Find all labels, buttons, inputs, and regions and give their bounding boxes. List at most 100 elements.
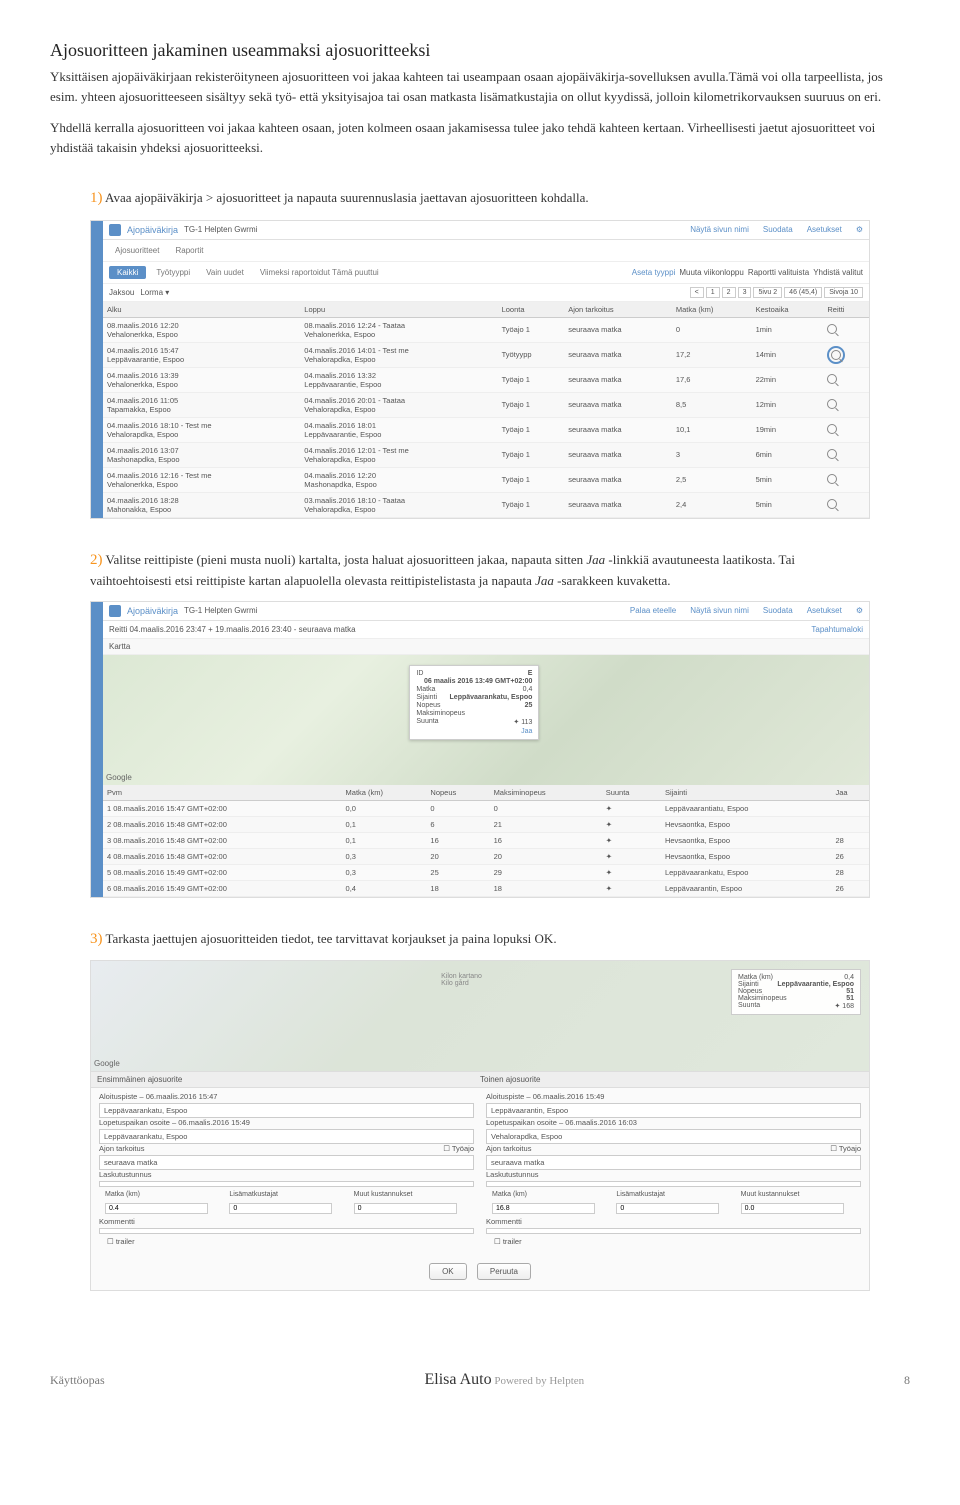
magnifier-icon[interactable] <box>827 474 837 484</box>
header-link-back[interactable]: Palaa eteelle <box>630 606 676 615</box>
l-tark-input[interactable]: seuraava matka <box>99 1155 474 1170</box>
header-link-show-2[interactable]: Näytä sivun nimi <box>690 606 749 615</box>
r-lopetus-input[interactable]: Vehalorapdka, Espoo <box>486 1129 861 1144</box>
th-kesto[interactable]: Kestoaika <box>752 302 824 318</box>
r-tyoajo[interactable]: ☐ Työajo <box>830 1144 861 1153</box>
event-log-link[interactable]: Tapahtumaloki <box>811 625 863 634</box>
link-raportti[interactable]: Raportti valituista <box>748 268 809 277</box>
magnifier-icon[interactable] <box>831 350 841 360</box>
magnifier-cell[interactable] <box>823 367 869 392</box>
table-row[interactable]: 08.maalis.2016 12:20Vehalonerkka, Espoo0… <box>103 317 869 342</box>
ok-button[interactable]: OK <box>429 1263 467 1280</box>
table-row[interactable]: 04.maalis.2016 15:47Leppävaarantie, Espo… <box>103 342 869 367</box>
pager-size[interactable]: Sivoja 10 <box>824 287 863 298</box>
r-aloitus-input[interactable]: Leppävaarantin, Espoo <box>486 1103 861 1118</box>
r-tark-input[interactable]: seuraava matka <box>486 1155 861 1170</box>
cell: ✦ <box>602 864 661 880</box>
magnifier-icon[interactable] <box>827 399 837 409</box>
table-row[interactable]: 4 08.maalis.2016 15:48 GMT+02:000,32020✦… <box>103 848 869 864</box>
r-trailer[interactable]: ☐ trailer <box>486 1234 861 1249</box>
split-section-head: Ensimmäinen ajosuorite Toinen ajosuorite <box>91 1071 869 1088</box>
header-link-filter[interactable]: Suodata <box>763 225 793 234</box>
header-link-settings[interactable]: Asetukset <box>807 225 842 234</box>
table-row[interactable]: 04.maalis.2016 13:07Mashonapdka, Espoo04… <box>103 442 869 467</box>
header-link-filter-2[interactable]: Suodata <box>763 606 793 615</box>
cancel-button[interactable]: Peruuta <box>477 1263 531 1280</box>
tab-raportit[interactable]: Raportit <box>169 244 209 257</box>
magnifier-icon[interactable] <box>827 424 837 434</box>
cell: Leppävaarankatu, Espoo <box>661 864 832 880</box>
magnifier-cell[interactable] <box>823 492 869 517</box>
table-row[interactable]: 5 08.maalis.2016 15:49 GMT+02:000,32529✦… <box>103 864 869 880</box>
pager-2[interactable]: 2 <box>722 287 736 298</box>
l-cost-2[interactable] <box>354 1203 457 1214</box>
th2-jaa[interactable]: Jaa <box>831 785 869 801</box>
th-loppu[interactable]: Loppu <box>300 302 497 318</box>
subtab-viimeksi[interactable]: Viimeksi raportoidut Tämä puuttui <box>254 266 385 279</box>
pager-3[interactable]: 3 <box>738 287 752 298</box>
pager-prev[interactable]: < <box>690 287 704 298</box>
th2-suunta[interactable]: Suunta <box>602 785 661 801</box>
gear-icon[interactable]: ⚙ <box>856 225 863 234</box>
link-muuta[interactable]: Muuta viikonloppu <box>679 268 743 277</box>
magnifier-icon[interactable] <box>827 374 837 384</box>
table-row[interactable]: 04.maalis.2016 18:28Mahonakka, Espoo03.m… <box>103 492 869 517</box>
pager-1[interactable]: 1 <box>706 287 720 298</box>
magnifier-icon[interactable] <box>827 324 837 334</box>
l-tark-label: Ajon tarkoitus <box>99 1144 144 1153</box>
table-row[interactable]: 04.maalis.2016 13:39Vehalonerkka, Espoo0… <box>103 367 869 392</box>
th2-matka[interactable]: Matka (km) <box>342 785 427 801</box>
subtab-uudet[interactable]: Vain uudet <box>200 266 250 279</box>
cell: ✦ <box>602 880 661 896</box>
table-row[interactable]: 2 08.maalis.2016 15:48 GMT+02:000,1621✦H… <box>103 816 869 832</box>
map-area[interactable]: IDE 06 maalis 2016 13:49 GMT+02:00 Matka… <box>103 655 869 785</box>
magnifier-cell[interactable] <box>823 467 869 492</box>
table-row[interactable]: 6 08.maalis.2016 15:49 GMT+02:000,41818✦… <box>103 880 869 896</box>
th-reitti[interactable]: Reitti <box>823 302 869 318</box>
table-row[interactable]: 3 08.maalis.2016 15:48 GMT+02:000,11616✦… <box>103 832 869 848</box>
magnifier-cell[interactable] <box>823 392 869 417</box>
th2-nop[interactable]: Nopeus <box>426 785 489 801</box>
th-loonta[interactable]: Loonta <box>498 302 565 318</box>
tab-ajosuoritteet[interactable]: Ajosuoritteet <box>109 244 165 257</box>
pager[interactable]: < 1 2 3 5ivu 2 46 (45,4) Sivoja 10 <box>690 287 863 298</box>
r-cost-1[interactable] <box>616 1203 719 1214</box>
r-cost-0[interactable] <box>492 1203 595 1214</box>
th-matka[interactable]: Matka (km) <box>672 302 752 318</box>
table-row[interactable]: 1 08.maalis.2016 15:47 GMT+02:000,000✦Le… <box>103 800 869 816</box>
popup-sij: Leppävaarankatu, Espoo <box>450 694 533 701</box>
link-aseta-tyyppi[interactable]: Aseta tyyppi <box>632 268 676 277</box>
l-lopetus-input[interactable]: Leppävaarankatu, Espoo <box>99 1129 474 1144</box>
info-sij: Leppävaarantie, Espoo <box>777 981 854 988</box>
r-cost-2[interactable] <box>741 1203 844 1214</box>
magnifier-cell[interactable] <box>823 417 869 442</box>
header-link-settings-2[interactable]: Asetukset <box>807 606 842 615</box>
th2-pvm[interactable]: Pvm <box>103 785 342 801</box>
magnifier-icon[interactable] <box>827 449 837 459</box>
header-link-show[interactable]: Näytä sivun nimi <box>690 225 749 234</box>
map-area-3[interactable]: Kilon kartano Kilo gård Matka (km)0,4 Si… <box>91 961 869 1071</box>
table-row[interactable]: 04.maalis.2016 11:05Tapamakka, Espoo04.m… <box>103 392 869 417</box>
magnifier-cell[interactable] <box>823 342 869 367</box>
l-tyoajo[interactable]: ☐ Työajo <box>443 1144 474 1153</box>
subtab-kaikki[interactable]: Kaikki <box>109 266 146 279</box>
th-tarkoitus[interactable]: Ajon tarkoitus <box>564 302 672 318</box>
magnifier-cell[interactable] <box>823 317 869 342</box>
magnifier-cell[interactable] <box>823 442 869 467</box>
l-cost-1[interactable] <box>229 1203 332 1214</box>
table-row[interactable]: 04.maalis.2016 12:16 - Test meVehalonerk… <box>103 467 869 492</box>
l-cost-0[interactable] <box>105 1203 208 1214</box>
gear-icon-2[interactable]: ⚙ <box>856 606 863 615</box>
subtab-tyotyyppi[interactable]: Työtyyppi <box>150 266 196 279</box>
th2-sij[interactable]: Sijainti <box>661 785 832 801</box>
th2-max[interactable]: Maksiminopeus <box>490 785 602 801</box>
link-yhdista[interactable]: Yhdistä valitut <box>813 268 863 277</box>
popup-jaa-link[interactable]: Jaa <box>521 728 532 735</box>
magnifier-icon[interactable] <box>827 499 837 509</box>
table-row[interactable]: 04.maalis.2016 18:10 - Test meVehalorapd… <box>103 417 869 442</box>
th-alku[interactable]: Alku <box>103 302 300 318</box>
l-aloitus-input[interactable]: Leppävaarankatu, Espoo <box>99 1103 474 1118</box>
cell: 17,6 <box>672 367 752 392</box>
filter-row: Jaksou Lorma ▾ < 1 2 3 5ivu 2 46 (45,4) … <box>103 284 869 302</box>
l-trailer[interactable]: ☐ trailer <box>99 1234 474 1249</box>
